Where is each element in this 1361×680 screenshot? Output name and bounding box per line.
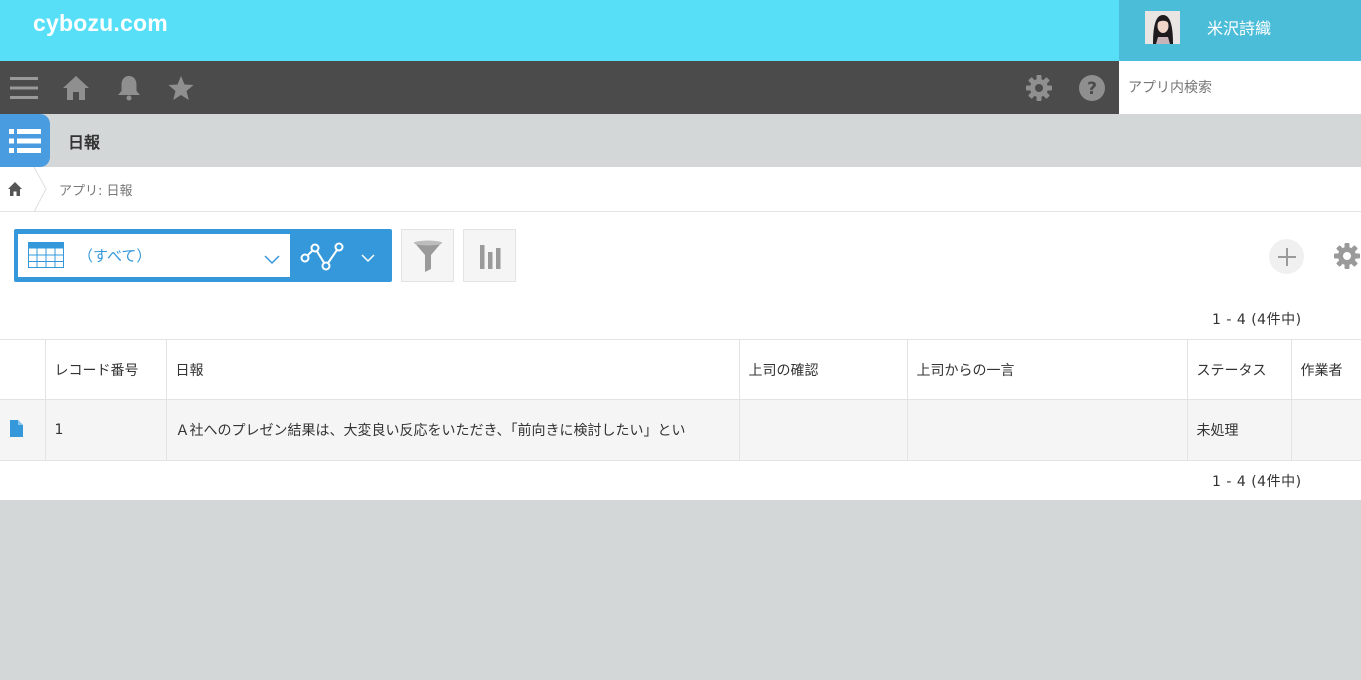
gear-icon [1334,243,1360,269]
document-icon [10,419,23,437]
graph-chevron-down-icon[interactable] [361,249,375,268]
cell-manager-check [738,399,908,461]
breadcrumb-home-icon[interactable] [7,181,25,199]
bell-icon[interactable] [114,73,144,103]
breadcrumb-app-link[interactable]: アプリ: 日報 [59,180,133,199]
cybozu-logo[interactable]: cybozu.com [33,10,168,37]
column-header-manager-check[interactable]: 上司の確認 [738,339,908,400]
pagination-bottom: 1 - 4 (4件中) [1212,474,1302,490]
menu-icon[interactable] [9,73,39,103]
view-selector: （すべて） [14,229,392,282]
column-header-icon [0,339,46,400]
table-row[interactable]: 1 Ａ社へのプレゼン結果は、大変良い反応をいただき、「前向きに検討したい」とい … [0,399,1361,461]
column-header-assignee[interactable]: 作業者 [1290,339,1361,400]
gear-icon[interactable] [1024,73,1054,103]
table-view-icon [28,242,64,272]
plus-icon [1277,247,1296,266]
records-table: レコード番号 日報 上司の確認 上司からの一言 ステータス 作業者 1 Ａ社への… [0,339,1361,461]
cell-manager-comment [906,399,1188,461]
app-list-icon[interactable] [0,114,50,167]
help-icon[interactable]: ? [1077,73,1107,103]
user-menu[interactable]: 米沢詩織 [1119,0,1361,61]
app-title: 日報 [68,133,101,152]
breadcrumb: アプリ: 日報 [0,166,1361,213]
home-icon[interactable] [61,73,91,103]
cell-status: 未処理 [1186,399,1292,461]
user-name[interactable]: 米沢詩織 [1207,15,1271,39]
column-header-status[interactable]: ステータス [1186,339,1292,400]
column-header-report[interactable]: 日報 [165,339,740,400]
app-search-input[interactable] [1119,61,1361,114]
user-avatar[interactable] [1145,11,1180,44]
global-navigation: ? [0,61,1119,114]
view-dropdown[interactable]: （すべて） [18,234,290,277]
breadcrumb-separator-icon [32,166,48,216]
cell-assignee [1290,399,1361,461]
app-settings-button[interactable] [1331,240,1361,272]
chevron-down-icon [264,250,280,269]
view-selected-label: （すべて） [78,247,152,265]
app-header: 日報 [0,114,1361,167]
graph-button[interactable] [463,229,516,282]
filter-icon [413,240,442,272]
record-list-panel: （すべて） 1 - 4 (4件中) レコード番号 日報 上司の確認 上司からの一… [0,212,1361,500]
graph-view-icon[interactable] [300,239,346,275]
app-search [1119,61,1361,114]
filter-button[interactable] [401,229,454,282]
record-detail-link[interactable] [0,399,46,461]
pagination-top: 1 - 4 (4件中) [1212,312,1302,328]
bar-chart-icon [479,244,500,269]
svg-text:?: ? [1087,79,1097,99]
add-record-button[interactable] [1269,239,1304,274]
column-header-record-number[interactable]: レコード番号 [44,339,167,400]
column-header-manager-comment[interactable]: 上司からの一言 [906,339,1188,400]
cell-record-number: 1 [44,399,167,461]
cell-report: Ａ社へのプレゼン結果は、大変良い反応をいただき、「前向きに検討したい」とい [165,399,740,461]
table-header-row: レコード番号 日報 上司の確認 上司からの一言 ステータス 作業者 [0,339,1361,400]
star-icon[interactable] [166,73,196,103]
